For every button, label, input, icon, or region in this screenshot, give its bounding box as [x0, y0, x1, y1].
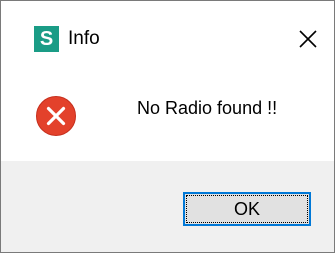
message-area: No Radio found !!	[1, 75, 334, 161]
window-title: Info	[68, 28, 100, 49]
info-dialog: S Info No Radio found !! OK	[0, 0, 335, 253]
app-logo-icon: S	[34, 26, 59, 52]
error-icon	[36, 96, 76, 136]
message-text: No Radio found !!	[137, 98, 278, 118]
button-bar: OK	[1, 161, 334, 252]
ok-button[interactable]: OK	[183, 192, 311, 226]
ok-button-label: OK	[233, 198, 260, 219]
title-bar: S Info	[1, 1, 334, 75]
close-icon	[299, 30, 317, 48]
close-button[interactable]	[291, 23, 325, 55]
